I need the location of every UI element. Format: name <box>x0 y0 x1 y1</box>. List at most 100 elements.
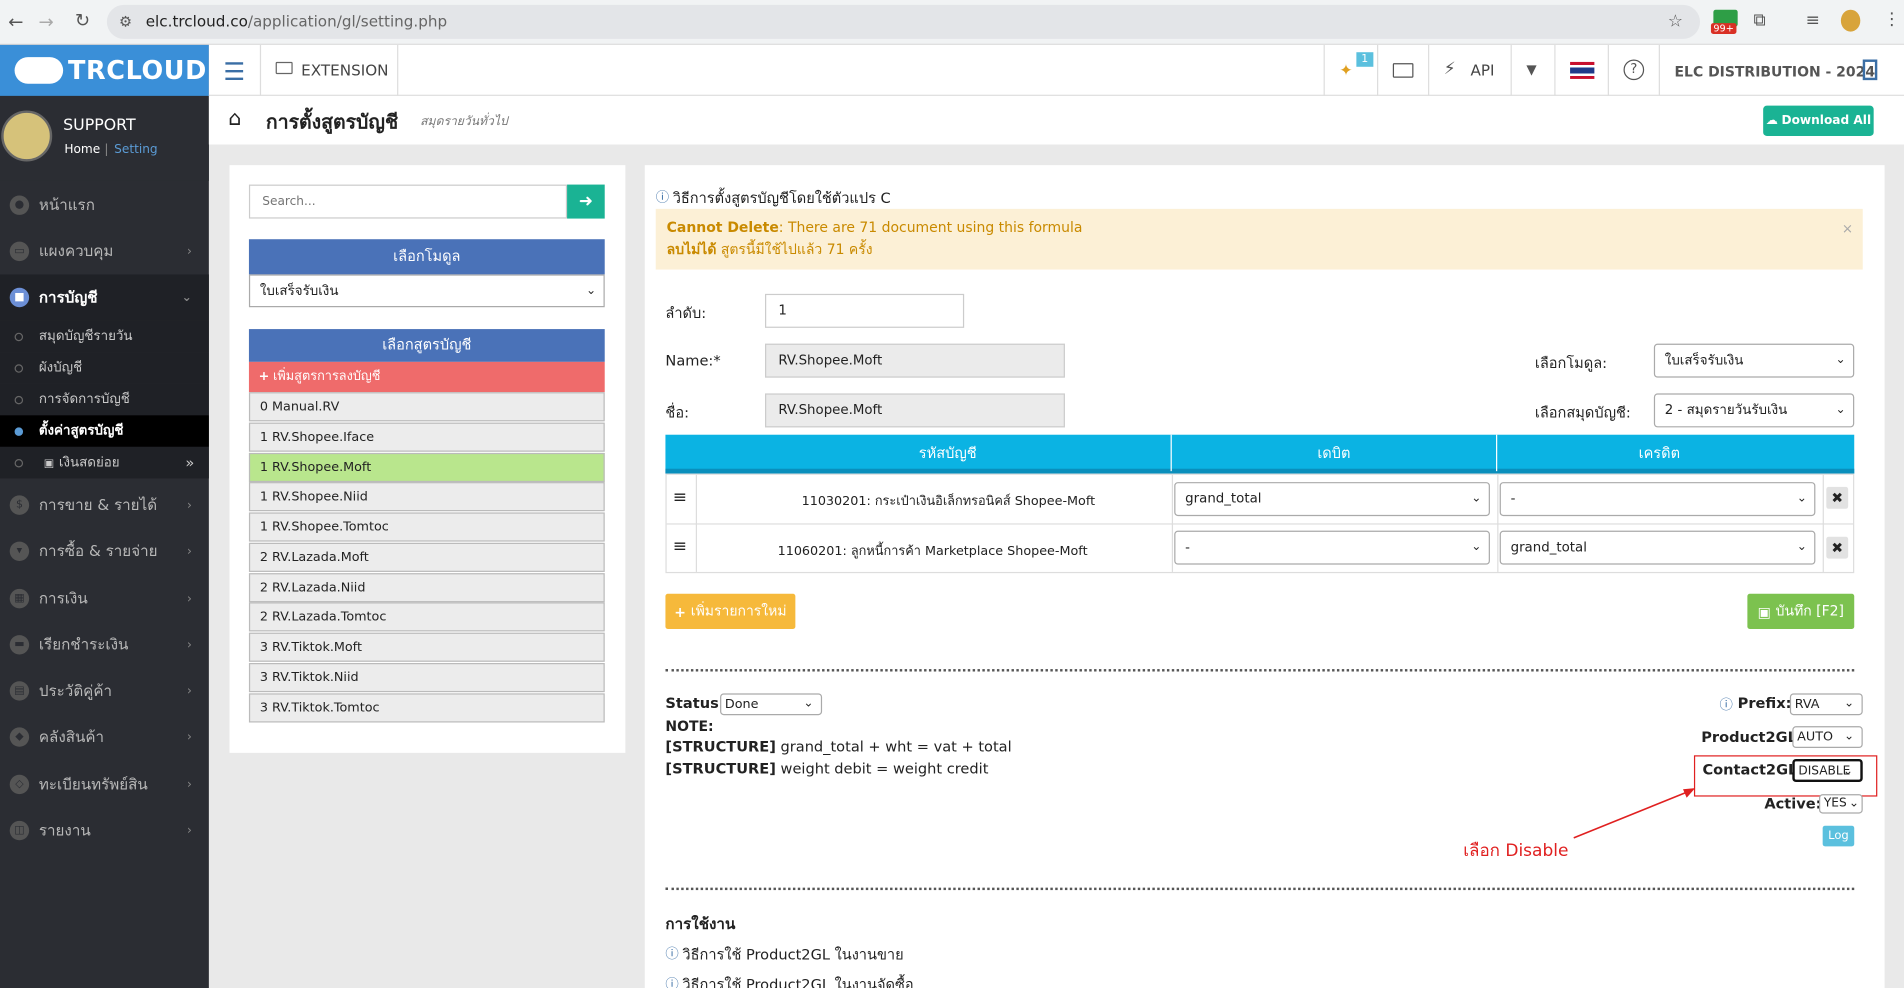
row-debit-select[interactable]: - ⌄ <box>1174 530 1490 565</box>
menu-reports[interactable]: ◫ รายงาน › <box>0 808 209 854</box>
module-value: ใบเสร็จรับเงิน <box>1664 352 1744 368</box>
profile-avatar[interactable] <box>1840 9 1861 32</box>
chevron-down-icon: ⌄ <box>1835 353 1846 367</box>
formula-list-item[interactable]: 1 RV.Shopee.Niid <box>248 482 605 512</box>
module-select[interactable]: ใบเสร็จรับเงิน ⌄ <box>248 274 605 308</box>
product2gl-label: Product2GL: <box>1701 728 1803 746</box>
drag-handle-icon[interactable]: ≡ <box>673 488 687 507</box>
announcement-button[interactable]: ✦ 1 <box>1323 44 1377 96</box>
order-input[interactable]: 1 <box>765 293 965 328</box>
module-header: เลือกโมดูล <box>248 239 605 275</box>
formula-list-item[interactable]: 2 RV.Lazada.Moft <box>248 542 605 572</box>
download-all-button[interactable]: ☁ Download All <box>1763 105 1874 137</box>
save-button[interactable]: ▣ บันทึก [F2] <box>1747 593 1855 630</box>
menu-dashboard[interactable]: ▭ แผงควบคุม › <box>0 228 209 274</box>
journal-select[interactable]: 2 - สมุดรายวันรับเงิน ⌄ <box>1653 393 1855 428</box>
company-selector[interactable]: ELC DISTRIBUTION - 2024 <box>1658 44 1904 96</box>
hamburger-icon[interactable]: ☰ <box>223 57 245 86</box>
submenu-chart-of-accounts[interactable]: ผังบัญชี <box>0 352 209 384</box>
extension-button[interactable]: EXTENSION <box>259 44 399 96</box>
alert-th-bold: ลบไม่ได้ <box>666 240 717 258</box>
home-icon: ● <box>9 195 30 215</box>
menu-label: หน้าแรก <box>38 195 95 214</box>
menu-billing[interactable]: ▬ เรียกชำระเงิน › <box>0 622 209 668</box>
brand-logo[interactable]: TRCLOUD <box>0 44 209 96</box>
formula-list-item[interactable]: 1 RV.Shopee.Iface <box>248 422 605 452</box>
formula-list-item[interactable]: 2 RV.Lazada.Tomtoc <box>248 602 605 632</box>
status-select[interactable]: Done ⌄ <box>720 693 823 716</box>
menu-contacts[interactable]: ▤ ประวัติคู่ค้า › <box>0 668 209 714</box>
more-icon[interactable]: ⋮ <box>1883 10 1900 29</box>
row-credit-select[interactable]: - ⌄ <box>1499 482 1816 517</box>
api-button[interactable]: ⚡ API <box>1428 44 1511 96</box>
forward-icon[interactable]: → <box>33 11 60 33</box>
name-th-input[interactable]: RV.Shopee.Moft <box>765 393 1065 428</box>
menu-label: ทะเบียนทรัพย์สิน <box>38 774 148 793</box>
menu-inventory[interactable]: ◆ คลังสินค้า › <box>0 714 209 760</box>
add-row-button[interactable]: + เพิ่มรายการใหม่ <box>665 593 796 630</box>
contact2gl-select[interactable]: DISABLE ⌄ <box>1792 758 1863 783</box>
usage-link-1[interactable]: วิธีการใช้ Product2GL ในงานขาย <box>682 944 903 967</box>
menu-finance[interactable]: ▦ การเงิน › <box>0 576 209 622</box>
product2gl-select[interactable]: AUTO ⌄ <box>1792 726 1863 749</box>
site-info-icon[interactable]: ⚙ <box>119 5 132 39</box>
url-host: elc.trcloud.co <box>145 12 248 31</box>
submenu-label: สมุดบัญชีรายวัน <box>38 327 133 344</box>
menu-label: รายงาน <box>38 820 91 840</box>
delete-row-button[interactable]: ✖ <box>1826 486 1849 509</box>
menu-sales[interactable]: $ การขาย & รายได้ › <box>0 482 209 528</box>
submenu-formula-settings[interactable]: ตั้งค่าสูตรบัญชี <box>0 415 209 447</box>
submenu-account-management[interactable]: การจัดการบัญชี <box>0 383 209 416</box>
prefix-select[interactable]: RVA ⌄ <box>1789 693 1863 716</box>
help-button[interactable]: ? <box>1607 44 1659 96</box>
chevron-down-icon: ⌄ <box>181 290 192 305</box>
cubes-icon: ◆ <box>9 727 30 747</box>
mail-button[interactable] <box>1377 44 1428 96</box>
log-button[interactable]: Log <box>1822 825 1855 847</box>
crumb-home[interactable]: Home <box>64 143 100 156</box>
row-debit-value: - <box>1185 539 1190 555</box>
formula-list-item[interactable]: 1 RV.Shopee.Moft <box>248 452 605 482</box>
dropdown-button[interactable]: ▼ <box>1510 44 1555 96</box>
formula-list-item[interactable]: 3 RV.Tiktok.Moft <box>248 632 605 662</box>
home-icon[interactable]: ⌂ <box>228 107 241 131</box>
formula-list-item[interactable]: 0 Manual.RV <box>248 392 605 422</box>
name-input[interactable]: RV.Shopee.Moft <box>765 343 1065 378</box>
info-link[interactable]: วิธีการตั้งสูตรบัญชีโดยใช้ตัวแปร C <box>673 187 891 210</box>
formula-list-item[interactable]: 3 RV.Tiktok.Tomtoc <box>248 692 605 722</box>
bookmark-star-icon[interactable]: ☆ <box>1668 5 1683 39</box>
formula-list-item[interactable]: 3 RV.Tiktok.Niid <box>248 662 605 692</box>
back-icon[interactable]: ← <box>2 11 29 33</box>
menu-accounting[interactable]: ■ การบัญชี ⌄ <box>0 274 209 321</box>
close-icon[interactable]: × <box>1842 221 1853 237</box>
crumb-setting[interactable]: Setting <box>114 143 157 156</box>
module-select-right[interactable]: ใบเสร็จรับเงิน ⌄ <box>1653 343 1855 378</box>
puzzle-icon[interactable]: ⧉ <box>1753 11 1765 30</box>
sidebar: TRCLOUD SUPPORT Home | Setting ● หน้าแรก … <box>0 44 209 988</box>
formula-list-item[interactable]: 2 RV.Lazada.Niid <box>248 572 605 602</box>
structure-tag: [STRUCTURE] <box>665 760 776 778</box>
formula-list-item[interactable]: 1 RV.Shopee.Tomtoc <box>248 512 605 542</box>
submenu-petty-cash[interactable]: ▣ เงินสดย่อย » <box>0 446 209 479</box>
menu-home[interactable]: ● หน้าแรก <box>0 182 209 228</box>
chevron-down-icon: ⌄ <box>1471 491 1482 506</box>
submenu-journal[interactable]: สมุดบัญชีรายวัน <box>0 320 209 353</box>
menu-assets[interactable]: ◇ ทะเบียนทรัพย์สิน › <box>0 761 209 807</box>
usage-link-2[interactable]: วิธีการใช้ Product2GL ในงานจัดซื้อ <box>682 974 913 988</box>
download-label: Download All <box>1781 114 1872 128</box>
search-button[interactable]: ➜ <box>567 184 605 219</box>
chevron-right-icon: › <box>187 244 192 259</box>
address-bar[interactable]: ⚙ elc.trcloud.co/application/gl/setting.… <box>106 4 1701 39</box>
reload-icon[interactable]: ↻ <box>69 10 96 32</box>
row-debit-select[interactable]: grand_total ⌄ <box>1174 482 1490 517</box>
row-credit-select[interactable]: grand_total ⌄ <box>1499 530 1816 565</box>
language-button[interactable] <box>1554 44 1607 96</box>
avatar[interactable] <box>1 110 53 162</box>
media-icon[interactable]: ≡ <box>1806 11 1820 30</box>
search-input[interactable] <box>248 184 568 219</box>
submenu-label: เงินสดย่อย <box>58 454 120 470</box>
delete-row-button[interactable]: ✖ <box>1826 536 1849 559</box>
add-formula-button[interactable]: + เพิ่มสูตรการลงบัญชี <box>248 361 605 393</box>
active-select[interactable]: YES ⌄ <box>1819 794 1863 814</box>
menu-purchases[interactable]: ▾ การซื้อ & รายจ่าย › <box>0 528 209 574</box>
